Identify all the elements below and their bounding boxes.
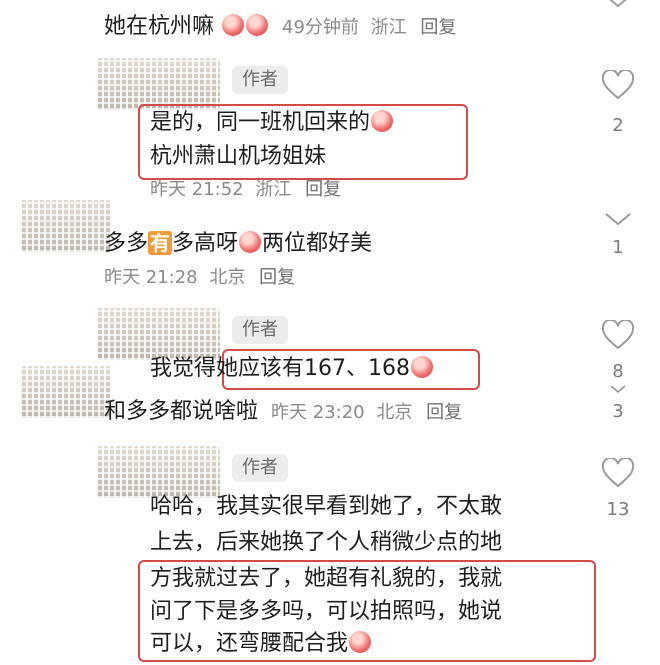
chevron-down-icon[interactable] [604, 212, 632, 226]
reply-text-line: 杭州萧山机场姐妹 [150, 144, 327, 169]
reply-button[interactable]: 回复 [420, 17, 456, 38]
reply-button[interactable]: 回复 [426, 402, 462, 423]
blush-emoji-icon [371, 110, 394, 132]
like-control[interactable]: 2 [598, 70, 638, 138]
comment-location: 北京 [209, 267, 246, 288]
reply-text-line: 是的，同一班机回来的 [150, 109, 394, 137]
chevron-down-icon[interactable] [603, 0, 633, 8]
reply-button[interactable]: 回复 [305, 179, 341, 200]
comment-text: 她在杭州嘛 49分钟前 浙江 回复 [104, 14, 457, 39]
like-control[interactable]: 8 [598, 320, 638, 384]
avatar[interactable] [96, 58, 220, 110]
author-badge: 作者 [232, 66, 288, 94]
author-badge: 作者 [232, 316, 288, 344]
reply-text: 我觉得她应该有167、168 [150, 355, 434, 383]
comment-line: 和多多都说啥啦 昨天 23:20 北京 回复 [104, 399, 463, 424]
reply-location: 浙江 [255, 179, 292, 200]
like-count: 1 [612, 237, 624, 258]
comment-time: 昨天 23:20 [271, 402, 365, 423]
author-badge: 作者 [232, 454, 288, 482]
reply-button[interactable]: 回复 [259, 267, 295, 288]
heart-icon[interactable] [601, 70, 635, 100]
like-count: 13 [606, 499, 630, 520]
avatar[interactable] [20, 200, 112, 252]
comment-location: 北京 [376, 402, 413, 423]
comment-text: 多多 有多高呀 两位都好美 [104, 231, 373, 256]
reply-meta: 昨天 21:52 浙江 回复 [150, 178, 341, 202]
blush-emoji-icon [411, 356, 433, 378]
blush-emoji-icon [349, 631, 372, 653]
heart-icon[interactable] [601, 320, 635, 350]
comment-meta: 昨天 21:28 北京 回复 [104, 266, 295, 290]
like-count: 8 [612, 361, 624, 382]
reply-text-line: 上去，后来她换了个人稍微少点的地 [150, 530, 503, 555]
reply-text-line: 哈哈，我其实很早看到她了，不太敢 [150, 494, 503, 519]
reply-text-line: 可以，还弯腰配合我 [150, 630, 372, 658]
heart-icon[interactable] [601, 458, 635, 488]
dislike-control[interactable]: 3 [598, 384, 638, 424]
dislike-control[interactable]: 1 [598, 212, 638, 260]
like-control[interactable]: 13 [598, 458, 638, 522]
reply-text-line: 方我就过去了，她超有礼貌的，我就 [150, 566, 503, 591]
heart-eyes-emoji-icon [246, 14, 269, 36]
chevron-down-icon[interactable] [610, 384, 626, 394]
like-count: 3 [612, 401, 624, 422]
reply-text-line: 问了下是多多吗，可以拍照吗，她说 [150, 599, 503, 624]
comment-location: 浙江 [370, 17, 407, 38]
comment-time: 昨天 21:28 [104, 267, 198, 288]
like-count: 2 [612, 115, 624, 136]
avatar[interactable] [96, 308, 220, 360]
heart-eyes-emoji-icon [222, 14, 245, 36]
avatar[interactable] [96, 446, 220, 498]
comment-time: 49分钟前 [282, 17, 359, 38]
heart-eyes-emoji-icon [239, 231, 262, 253]
avatar[interactable] [20, 366, 112, 418]
reply-time: 昨天 21:52 [150, 179, 244, 200]
